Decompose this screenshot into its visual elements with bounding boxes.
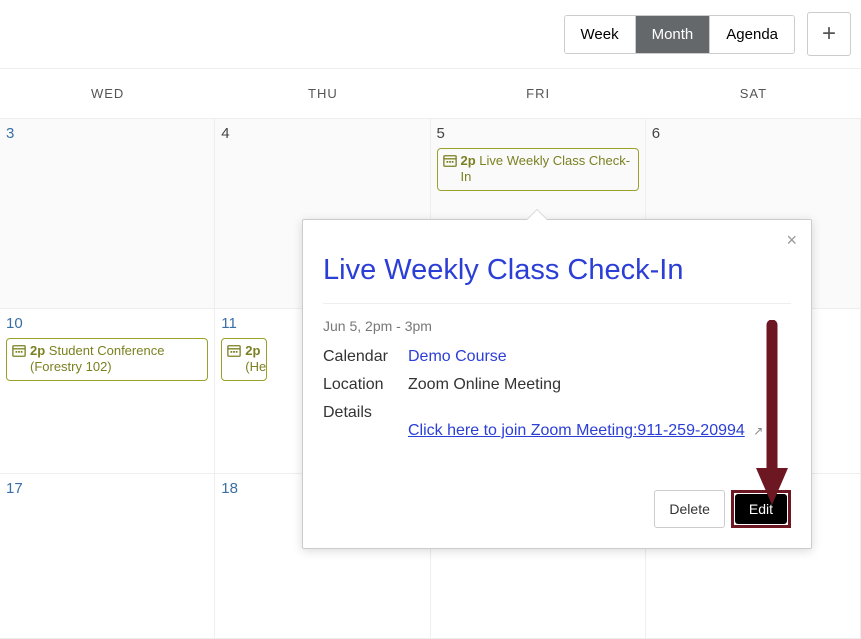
calendar-icon	[227, 344, 241, 358]
close-button[interactable]: ×	[786, 230, 797, 251]
location-field: Location Zoom Online Meeting	[323, 376, 791, 394]
day-cell[interactable]: 10 2p Student Conference (Forestry 102)	[0, 309, 215, 474]
event-item[interactable]: 2p(Heath	[221, 338, 267, 381]
details-link[interactable]: Click here to join Zoom Meeting:911-259-…	[408, 422, 745, 439]
close-icon: ×	[786, 230, 797, 250]
add-event-button[interactable]: +	[807, 12, 851, 56]
calendar-icon	[12, 344, 26, 358]
calendar-field: Calendar Demo Course	[323, 348, 791, 366]
month-view-button[interactable]: Month	[636, 16, 711, 53]
location-value: Zoom Online Meeting	[408, 376, 561, 394]
field-label: Details	[323, 404, 408, 440]
date-number: 3	[6, 125, 208, 142]
details-field: Details Click here to join Zoom Meeting:…	[323, 404, 791, 440]
agenda-view-button[interactable]: Agenda	[710, 16, 794, 53]
day-header-sat: SAT	[646, 69, 861, 119]
event-item[interactable]: 2p Live Weekly Class Check-In	[437, 148, 639, 191]
edit-highlight: Edit	[731, 490, 791, 528]
delete-button[interactable]: Delete	[654, 490, 724, 528]
popover-buttons: Delete Edit	[323, 490, 791, 528]
week-view-button[interactable]: Week	[565, 16, 636, 53]
date-number: 4	[221, 125, 423, 142]
day-header-fri: FRI	[431, 69, 646, 119]
popover-divider	[323, 303, 791, 304]
day-cell[interactable]: 17	[0, 474, 215, 639]
plus-icon: +	[822, 20, 836, 48]
date-number: 10	[6, 315, 208, 332]
edit-button[interactable]: Edit	[735, 494, 787, 524]
day-header-thu: THU	[215, 69, 430, 119]
day-cell[interactable]: 3	[0, 119, 215, 309]
external-link-icon: ↗	[753, 424, 763, 438]
day-header-wed: WED	[0, 69, 215, 119]
event-text: 2p(Heath	[245, 343, 267, 376]
event-title: Live Weekly Class Check-In	[323, 254, 791, 287]
field-label: Calendar	[323, 348, 408, 366]
event-text: 2p Student Conference (Forestry 102)	[30, 343, 202, 376]
event-popover: × Live Weekly Class Check-In Jun 5, 2pm …	[302, 219, 812, 549]
date-number: 6	[652, 125, 854, 142]
event-time-range: Jun 5, 2pm - 3pm	[323, 318, 791, 334]
calendar-link[interactable]: Demo Course	[408, 348, 507, 366]
calendar-icon	[443, 154, 457, 168]
field-label: Location	[323, 376, 408, 394]
date-number: 17	[6, 480, 208, 497]
date-number: 5	[437, 125, 639, 142]
calendar-toolbar: Week Month Agenda +	[0, 0, 861, 68]
event-item[interactable]: 2p Student Conference (Forestry 102)	[6, 338, 208, 381]
view-switcher: Week Month Agenda	[564, 15, 796, 54]
event-text: 2p Live Weekly Class Check-In	[461, 153, 633, 186]
